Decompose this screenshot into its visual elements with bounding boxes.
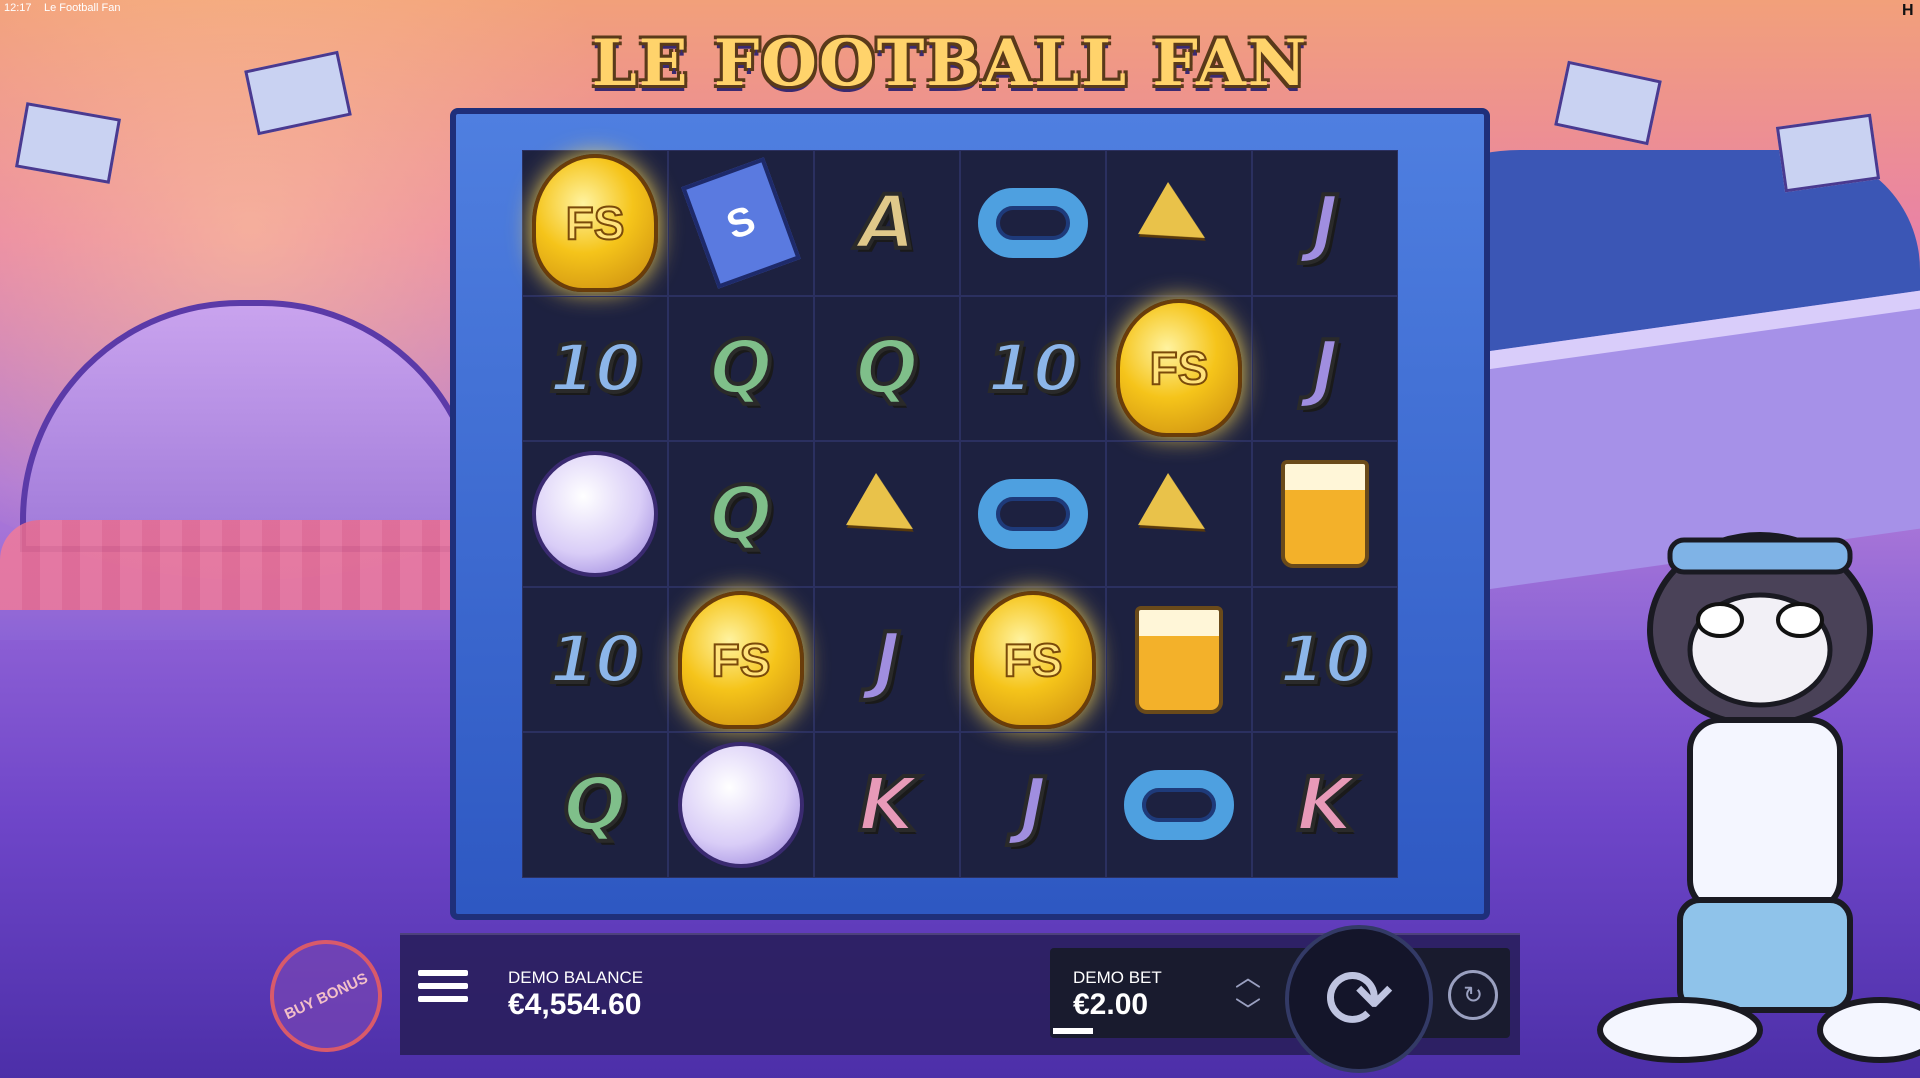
flag [1554,60,1662,146]
reel-cell: 10 [522,586,668,733]
hamburger-menu-icon[interactable] [418,970,468,1010]
scarf-icon [978,187,1088,258]
symbol-10: 10 [1277,619,1373,700]
reel-cell: FS [522,150,668,296]
reel-cell: K [1252,732,1398,878]
symbol-10: 10 [985,328,1081,409]
horn-icon [846,473,928,555]
reel-cell [960,441,1106,587]
reel-cell [1106,441,1252,587]
symbol-j: J [1309,323,1340,413]
symbol-k: K [856,760,917,850]
symbol-k: K [1294,760,1355,850]
reel-cell: J [960,732,1106,878]
reel-cell: FS [1106,295,1252,442]
reel-cell: Q [522,732,668,878]
symbol-10: 10 [547,328,643,409]
reel-cell [522,441,668,587]
reel-cell: Q [668,441,814,587]
chevron-up-icon[interactable]: ︿ [1220,960,1276,994]
symbol-q: Q [708,469,775,559]
beer-mug-icon [1135,605,1223,714]
reel-cell [1106,150,1252,296]
reel-cell: 10 [522,295,668,442]
symbol-q: Q [708,323,775,413]
scarf-icon [1124,770,1234,841]
status-time: 12:17 [4,2,32,14]
horn-icon [1138,181,1220,264]
reel-cell: 10 [1252,586,1398,733]
provider-logo: H [1902,2,1914,19]
autoplay-icon[interactable]: ↻ [1448,970,1498,1020]
trophy-scatter-icon: FS [532,153,658,292]
spin-button[interactable]: ⟳ [1285,925,1433,1073]
reel-cell: Q [668,295,814,442]
reel-cell: K [814,732,960,878]
chevron-down-icon[interactable]: ﹀ [1220,994,1276,1028]
scarf-icon [978,478,1088,549]
reel-cell [1106,732,1252,878]
trophy-scatter-icon: FS [970,590,1096,729]
reel-cell: 10 [960,295,1106,442]
raccoon-mascot [1597,532,1920,1063]
flag [244,50,352,136]
reel-cell: J [1252,295,1398,442]
reel-cell: J [814,586,960,733]
reel-cell: J [1252,150,1398,296]
bet-value: €2.00 [1073,988,1149,1021]
flag [1775,113,1881,193]
reel-cell: FS [668,586,814,733]
symbol-j: J [1017,760,1048,850]
reel-cell: FS [960,586,1106,733]
balance-label: DEMO BALANCE [508,968,644,987]
window-title: Le Football Fan [44,2,121,14]
reel-cell: Q [814,295,960,442]
horn-icon [1138,473,1220,555]
symbol-a: A [856,178,917,268]
spin-arrow-icon: ⟳ [1323,952,1395,1046]
symbol-10: 10 [547,619,643,700]
football-icon [678,742,804,869]
balance-value: €4,554.60 [508,988,642,1021]
football-icon [532,450,658,577]
bet-label: DEMO BET [1073,968,1162,987]
symbol-q: Q [562,760,629,850]
reel-cell [1106,586,1252,733]
reel-cell [960,150,1106,296]
reel-cell: S [668,150,814,296]
crowd-illustration [0,520,500,610]
reel-cell: A [814,150,960,296]
symbol-j: J [871,615,902,705]
reel-cell [814,441,960,587]
bet-level-indicator [1053,1028,1093,1034]
reel-cell [668,732,814,878]
symbol-j: J [1309,178,1340,268]
trophy-scatter-icon: FS [1116,299,1242,438]
symbol-q: Q [854,323,921,413]
game-title-logo: LE FOOTBALL FAN [591,25,1309,101]
beer-mug-icon [1281,459,1369,568]
bet-stepper[interactable]: ︿ ﹀ [1220,960,1276,1030]
reel-grid: FS S A J 10 Q Q 10 FS J Q 10 FS J FS 10 Q K J K [522,150,1398,878]
reel-cell [1252,441,1398,587]
ticket-icon: S [681,157,801,289]
trophy-scatter-icon: FS [678,590,804,729]
